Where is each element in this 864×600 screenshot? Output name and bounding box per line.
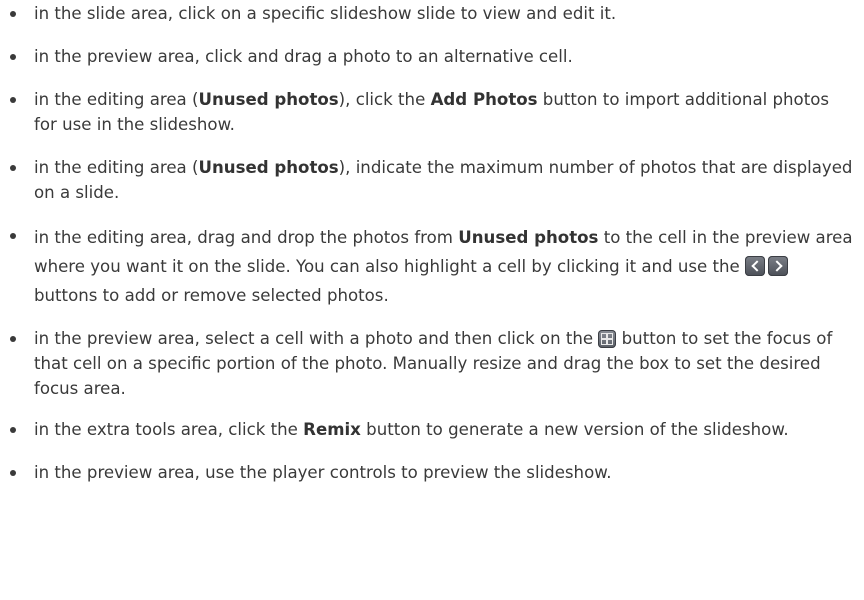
bullet-dot (10, 97, 16, 103)
item-text: in the preview area, use the player cont… (34, 463, 612, 482)
item-text: in the preview area, click and drag a ph… (34, 47, 573, 66)
bold-term: Remix (303, 420, 361, 439)
list-item: in the editing area (Unused photos), cli… (0, 87, 864, 137)
item-text: button to generate a new version of the … (360, 420, 789, 439)
item-text: in the editing area, drag and drop the p… (34, 228, 459, 247)
item-text: buttons to add or remove selected photos… (34, 286, 389, 305)
bullet-dot (10, 165, 16, 171)
list-item: in the preview area, select a cell with … (0, 326, 864, 401)
item-text: in the editing area ( (34, 158, 199, 177)
item-text: in the slide area, click on a specific s… (34, 4, 617, 23)
bold-term: Unused photos (198, 90, 339, 109)
instruction-list: in the slide area, click on a specific s… (0, 1, 864, 485)
bullet-dot (10, 427, 16, 433)
bullet-dot (10, 11, 16, 17)
bold-term: Unused photos (198, 158, 339, 177)
item-text: ), click the (338, 90, 431, 109)
focus-grid-icon (598, 330, 617, 348)
chevron-right-icon (768, 256, 789, 276)
bullet-dot (10, 54, 16, 60)
bullet-dot (10, 470, 16, 476)
list-item: in the extra tools area, click the Remix… (0, 417, 864, 442)
list-item: in the editing area, drag and drop the p… (0, 223, 864, 310)
bold-term: Add Photos (430, 90, 538, 109)
list-item: in the slide area, click on a specific s… (0, 1, 864, 26)
bullet-dot (10, 233, 16, 239)
bullet-dot (10, 336, 16, 342)
chevron-left-icon (745, 256, 766, 276)
list-item: in the preview area, use the player cont… (0, 460, 864, 485)
list-item: in the preview area, click and drag a ph… (0, 44, 864, 69)
list-item: in the editing area (Unused photos), ind… (0, 155, 864, 205)
item-text: in the preview area, select a cell with … (34, 329, 599, 348)
bold-term: Unused photos (458, 228, 599, 247)
item-text: in the editing area ( (34, 90, 199, 109)
item-text: in the extra tools area, click the (34, 420, 304, 439)
